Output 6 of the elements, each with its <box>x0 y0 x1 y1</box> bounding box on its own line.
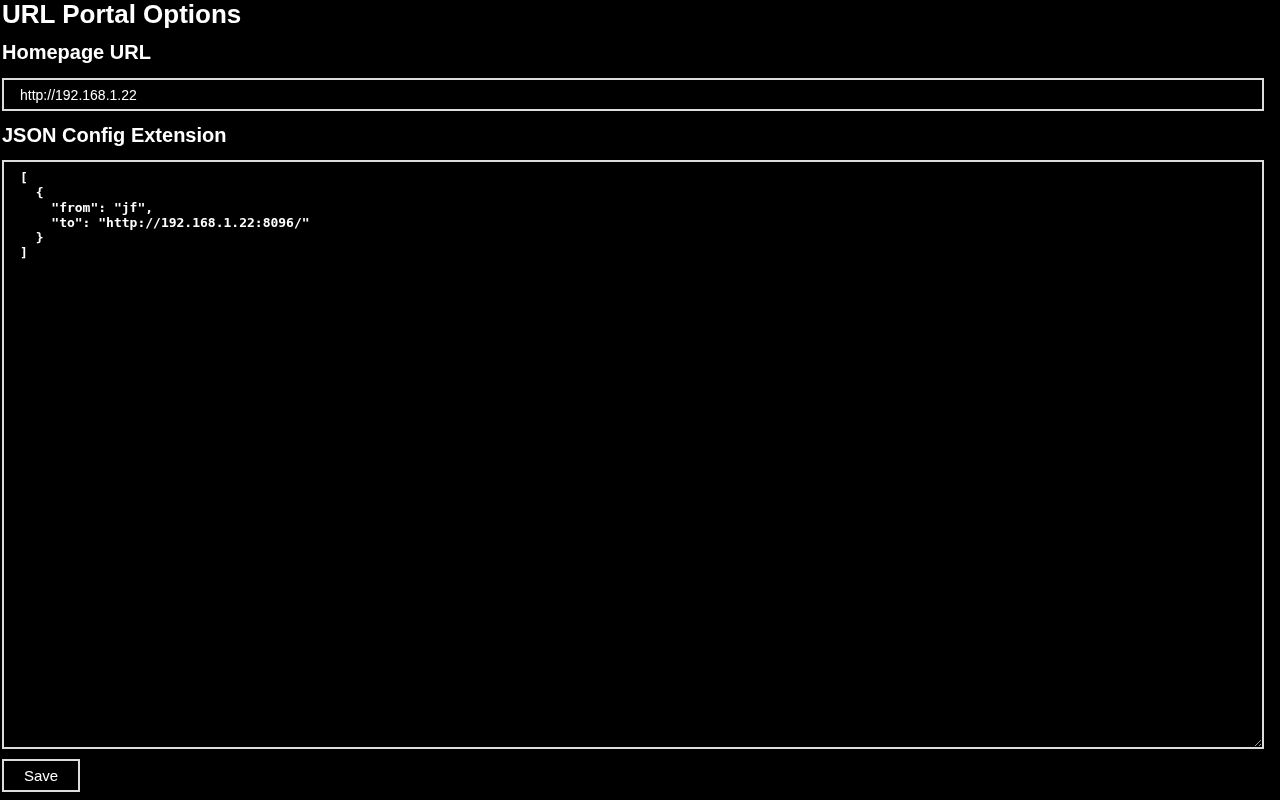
json-config-field[interactable]: [ { "from": "jf", "to": "http://192.168.1.22:8096/" } ] <box>2 160 1264 749</box>
homepage-url-field[interactable]: http://192.168.1.22 <box>2 78 1264 111</box>
page-title: URL Portal Options <box>2 0 242 28</box>
save-button[interactable]: Save <box>2 759 80 792</box>
section-heading: JSON Config Extension <box>2 123 227 147</box>
section-heading: Homepage URL <box>2 40 151 64</box>
